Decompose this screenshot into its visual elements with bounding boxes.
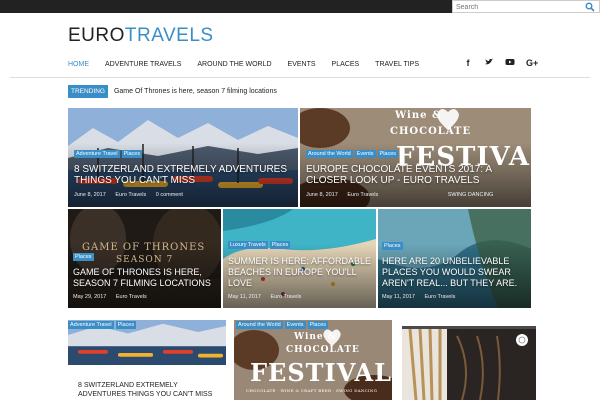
overlay-text: CHOCOLATE <box>286 345 360 355</box>
category-tag[interactable]: Luxury Travels <box>228 241 268 249</box>
overlay-text: Wine & <box>294 332 337 342</box>
overlay-text: SWING DANCING <box>447 192 494 198</box>
overlay-text: CHOCOLATE · WINE & CRAFT BEER · SWING DA… <box>246 388 378 393</box>
search-box[interactable] <box>452 0 600 13</box>
logo-part-1: EURO <box>68 25 125 46</box>
category-tag[interactable]: Adventure Travel <box>74 150 120 158</box>
featured-post-2[interactable]: Wine & CHOCOLATE FESTIVAL Around the Wor… <box>300 108 531 207</box>
post-title[interactable]: 8 Switzerland Extremely Adventures Thing… <box>78 381 226 399</box>
overlay-text: GAME OF THRONES <box>82 242 206 253</box>
category-tag[interactable]: Events <box>354 150 376 158</box>
category-tag[interactable]: Places <box>377 150 399 158</box>
category-tag[interactable]: Places <box>382 242 403 250</box>
main-nav: HOME ADVENTURE TRAVELS AROUND THE WORLD … <box>60 55 427 75</box>
post-comments[interactable]: 0 comment <box>156 192 183 198</box>
category-tag[interactable]: Places <box>307 321 329 329</box>
overlay-text: SEASON 7 <box>116 255 174 265</box>
twitter-icon[interactable] <box>484 57 494 69</box>
post-author[interactable]: Euro Travels <box>347 192 378 198</box>
post-date: May 29, 2017 <box>73 294 107 300</box>
overlay-text: CHOCOLATE <box>390 126 472 137</box>
site-logo[interactable]: EUROTRAVELS <box>68 25 214 47</box>
facebook-icon[interactable]: f <box>463 57 473 69</box>
post-date: May 11, 2017 <box>228 294 261 300</box>
post-author[interactable]: Euro Travels <box>115 192 146 198</box>
google-plus-icon[interactable]: G+ <box>526 57 538 69</box>
post-date: June 8, 2017 <box>306 192 338 198</box>
category-tag[interactable]: Around the World <box>306 150 353 158</box>
category-tag[interactable]: Places <box>115 321 137 329</box>
category-tag[interactable]: Places <box>269 241 291 249</box>
nav-around-the-world[interactable]: AROUND THE WORLD <box>189 55 279 75</box>
nav-events[interactable]: EVENTS <box>280 55 324 75</box>
nav-places[interactable]: PLACES <box>324 55 368 75</box>
social-links: f G+ <box>463 57 539 69</box>
post-title[interactable]: Game Of Thrones Is Here, Season 7 Filmin… <box>73 267 221 289</box>
trending-bar: TRENDING Game Of Thrones is here, season… <box>68 85 277 98</box>
post-date: May 11, 2017 <box>382 294 415 300</box>
category-tag[interactable]: Places <box>121 150 143 158</box>
search-input[interactable] <box>456 2 576 12</box>
post-date: June 8, 2017 <box>74 192 106 198</box>
category-tag[interactable]: Adventure Travel <box>68 321 114 329</box>
overlay-text: FESTIVAL <box>250 358 392 387</box>
post-author[interactable]: Euro Travels <box>270 294 301 300</box>
card-post-2[interactable]: Around the World Events Places Wine & CH… <box>234 320 392 400</box>
featured-post-4[interactable]: Luxury Travels Places Summer Is Here: Af… <box>223 209 376 308</box>
nav-adventure-travels[interactable]: ADVENTURE TRAVELS <box>97 55 189 75</box>
overlay-text: Wine & <box>395 110 442 121</box>
featured-post-5[interactable]: Places Here Are 20 Unbelievable Places Y… <box>378 209 531 308</box>
search-icon[interactable] <box>585 2 595 12</box>
post-image <box>402 326 536 400</box>
logo-part-2: TRAVELS <box>124 25 214 46</box>
nav-travel-tips[interactable]: TRAVEL TIPS <box>367 55 427 75</box>
card-post-3[interactable] <box>402 326 536 400</box>
category-tag[interactable]: Places <box>73 253 94 261</box>
post-author[interactable]: Euro Travels <box>116 294 147 300</box>
category-tag[interactable]: Events <box>284 321 306 329</box>
category-tag[interactable]: Around the World <box>236 321 283 329</box>
post-title[interactable]: Summer Is Here: Affordable Beaches In Eu… <box>228 256 376 289</box>
youtube-icon[interactable] <box>505 57 515 69</box>
post-image <box>68 320 226 365</box>
featured-post-1[interactable]: Adventure Travel Places 8 Switzerland Ex… <box>68 108 298 207</box>
post-author[interactable]: Euro Travels <box>424 294 455 300</box>
nav-divider <box>10 77 590 78</box>
trending-headline[interactable]: Game Of Thrones is here, season 7 filmin… <box>114 88 277 95</box>
post-title[interactable]: Europe Chocolate Events 2017: A Closer L… <box>306 164 528 186</box>
trending-label: TRENDING <box>68 85 108 98</box>
card-post-1[interactable]: Adventure Travel Places 8 Switzerland Ex… <box>68 320 226 400</box>
post-title[interactable]: 8 Switzerland Extremely Adventures Thing… <box>74 164 294 186</box>
post-title[interactable]: Here Are 20 Unbelievable Places You Woul… <box>382 256 531 289</box>
featured-post-3[interactable]: GAME OF THRONES SEASON 7 Places Game Of … <box>68 209 221 308</box>
nav-home[interactable]: HOME <box>60 55 97 75</box>
